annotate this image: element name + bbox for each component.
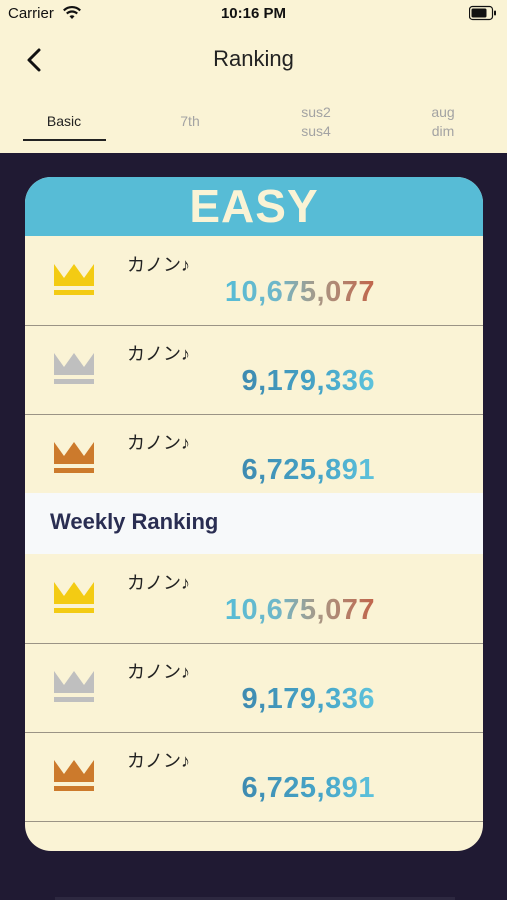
score-value: 9,179,336 bbox=[241, 365, 375, 397]
tab-bar: Basic 7th sus2 sus4 aug dim bbox=[0, 100, 507, 144]
silver-crown-icon bbox=[51, 667, 97, 712]
weekly-ranking-label: Weekly Ranking bbox=[50, 509, 219, 534]
player-name: カノン♪ bbox=[127, 344, 190, 364]
weekly-ranking-header: Weekly Ranking bbox=[25, 493, 483, 554]
ranking-row: カノン♪ 6,725,891 bbox=[25, 414, 483, 503]
top-area: Carrier 10:16 PM Ranking Basic 7th sus2 … bbox=[0, 0, 507, 153]
status-bar: Carrier 10:16 PM bbox=[0, 0, 507, 30]
score-value: 10,675,077 bbox=[224, 594, 375, 626]
bronze-crown-icon bbox=[51, 438, 97, 483]
player-name: カノン♪ bbox=[127, 662, 190, 682]
tab-sus2-sus4[interactable]: sus2 sus4 bbox=[271, 103, 361, 141]
player-name: カノン♪ bbox=[127, 255, 190, 275]
ranking-card: EASY カノン♪ 10,675,077 カノン♪ 9,179,336 カノン♪… bbox=[25, 177, 483, 851]
player-name: カノン♪ bbox=[127, 751, 190, 771]
score-value: 6,725,891 bbox=[241, 772, 375, 804]
tab-basic[interactable]: Basic bbox=[19, 112, 109, 131]
score-value: 10,675,077 bbox=[224, 276, 375, 308]
silver-crown-icon bbox=[51, 349, 97, 394]
card-header: EASY bbox=[25, 177, 483, 236]
weekly-ranking-row: カノン♪ 9,179,336 bbox=[25, 643, 483, 733]
weekly-ranking-row: カノン♪ 10,675,077 bbox=[25, 554, 483, 644]
clock: 10:16 PM bbox=[220, 5, 287, 22]
tab-7th[interactable]: 7th bbox=[145, 112, 235, 131]
weekly-ranking-row: カノン♪ 6,725,891 bbox=[25, 732, 483, 822]
gold-crown-icon bbox=[51, 578, 97, 623]
score-value: 6,725,891 bbox=[241, 454, 375, 486]
page-title: Ranking bbox=[213, 46, 294, 71]
bronze-crown-icon bbox=[51, 756, 97, 801]
score-value: 9,179,336 bbox=[241, 683, 375, 715]
battery-icon bbox=[468, 5, 497, 26]
active-tab-indicator bbox=[23, 139, 106, 141]
player-name: カノン♪ bbox=[127, 433, 190, 453]
tab-aug-dim[interactable]: aug dim bbox=[398, 103, 488, 141]
player-name: カノン♪ bbox=[127, 573, 190, 593]
ranking-row: カノン♪ 10,675,077 bbox=[25, 236, 483, 326]
ranking-row: カノン♪ 9,179,336 bbox=[25, 325, 483, 415]
difficulty-title: EASY bbox=[189, 180, 319, 232]
gold-crown-icon bbox=[51, 260, 97, 305]
